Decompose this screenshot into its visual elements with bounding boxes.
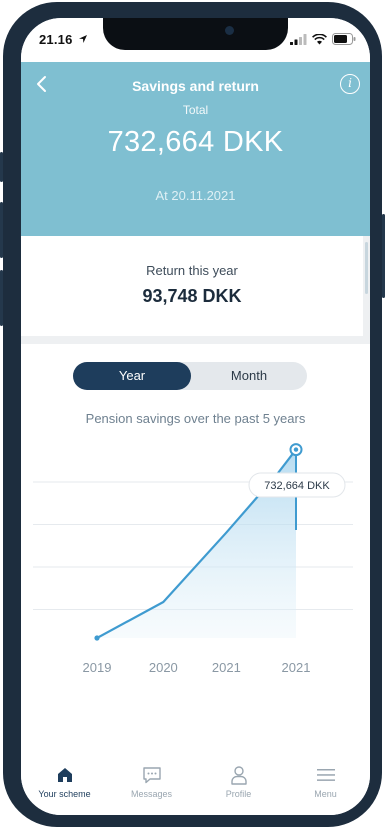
tab-bar: Your scheme Messages Profile Menu	[21, 754, 370, 815]
menu-icon	[316, 769, 335, 781]
camera-icon	[225, 26, 234, 35]
phone-frame: 21.16 Savings and return i Total 732,664…	[0, 2, 385, 827]
total-label: Total	[182, 103, 209, 117]
battery-icon	[332, 33, 356, 45]
status-icons	[290, 33, 356, 45]
side-button-volume-up	[0, 202, 3, 258]
tab-your-scheme[interactable]: Your scheme	[21, 764, 108, 799]
x-tick-label: 2019	[83, 660, 112, 675]
tab-label: Menu	[314, 789, 337, 799]
return-card: Return this year 93,748 DKK	[21, 236, 363, 336]
data-point	[94, 635, 100, 641]
tab-label: Your scheme	[38, 789, 91, 799]
x-tick-label: 2020	[149, 660, 178, 675]
total-value: 732,664 DKK	[107, 126, 284, 158]
x-tick-label: 2021	[282, 660, 311, 675]
home-icon	[57, 768, 72, 782]
tab-label: Messages	[130, 789, 173, 799]
chart-card: Year Month Pension savings over the past…	[21, 344, 370, 754]
page-title: Savings and return	[132, 78, 259, 94]
return-value: 93,748 DKK	[142, 286, 242, 306]
return-label: Return this year	[146, 263, 238, 278]
wifi-icon	[312, 33, 327, 44]
side-button-mute	[0, 152, 3, 182]
tooltip-value: 732,664 DKK	[264, 480, 330, 492]
x-tick-label: 2021	[212, 660, 241, 675]
savings-chart: 732,664 DKK 2019 2020 2021 2021	[33, 443, 353, 675]
savings-header: Savings and return i Total 732,664 DKK A…	[21, 62, 370, 236]
status-time: 21.16	[39, 32, 73, 47]
tab-label: Profile	[225, 789, 252, 799]
data-point-selected-center	[293, 447, 299, 452]
notch	[103, 18, 288, 50]
chat-icon	[142, 767, 161, 784]
tab-profile[interactable]: Profile	[195, 764, 282, 799]
person-icon	[230, 766, 247, 785]
tab-menu[interactable]: Menu	[282, 764, 369, 799]
signal-icon	[290, 33, 307, 45]
tab-messages[interactable]: Messages	[108, 764, 195, 799]
info-icon[interactable]: i	[340, 74, 360, 94]
side-button-volume-down	[0, 270, 3, 326]
total-date: At 20.11.2021	[155, 188, 236, 203]
scrollbar[interactable]	[365, 242, 368, 294]
location-arrow-icon	[79, 35, 87, 43]
screen: 21.16 Savings and return i Total 732,664…	[21, 18, 370, 815]
